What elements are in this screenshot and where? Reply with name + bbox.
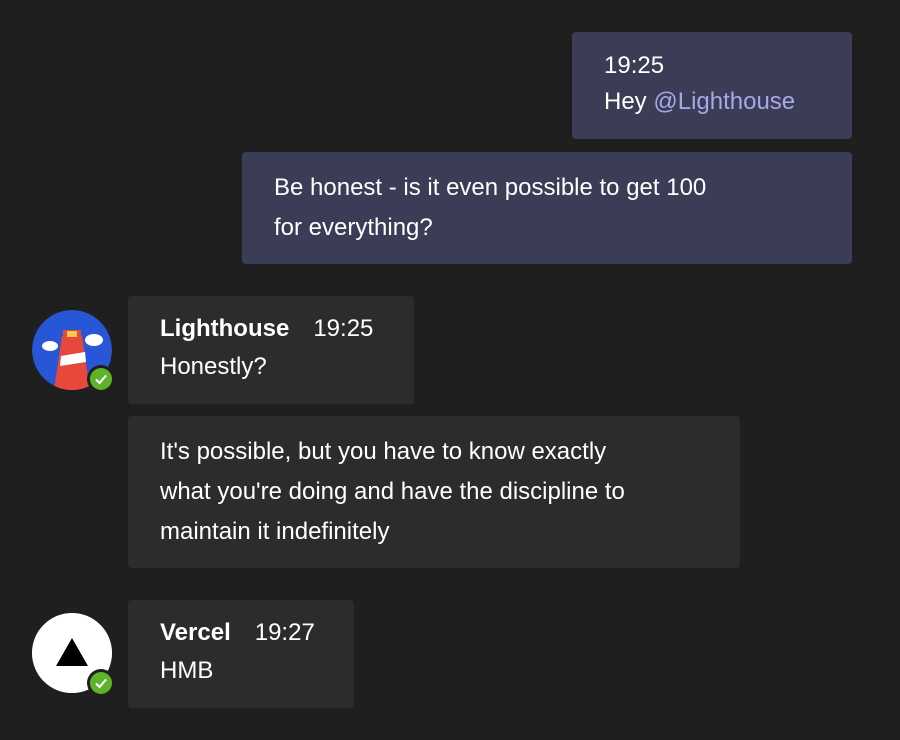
message-timestamp: 19:27 bbox=[254, 619, 315, 646]
checkmark-icon bbox=[95, 678, 107, 689]
incoming-message[interactable]: Lighthouse 19:25 Honestly? bbox=[128, 296, 414, 404]
checkmark-icon bbox=[95, 374, 107, 385]
incoming-message[interactable]: It's possible, but you have to know exac… bbox=[128, 416, 740, 568]
message-text-line: for everything? bbox=[274, 214, 433, 241]
message-text-line: maintain it indefinitely bbox=[160, 518, 390, 545]
greeting-text: Hey bbox=[604, 88, 654, 115]
message-text-line: It's possible, but you have to know exac… bbox=[160, 438, 607, 465]
outgoing-message[interactable]: 19:25 Hey @Lighthouse bbox=[572, 32, 852, 139]
presence-badge bbox=[87, 365, 115, 393]
message-text: Hey @Lighthouse bbox=[604, 84, 820, 120]
sender-name[interactable]: Lighthouse bbox=[160, 315, 289, 342]
message-timestamp: 19:25 bbox=[313, 315, 374, 342]
outgoing-message[interactable]: Be honest - is it even possible to get 1… bbox=[242, 152, 852, 264]
message-timestamp: 19:25 bbox=[604, 52, 665, 79]
incoming-message[interactable]: Vercel 19:27 HMB bbox=[128, 600, 354, 708]
chat-thread: 19:25 Hey @Lighthouse Be honest - is it … bbox=[0, 0, 900, 740]
message-text-line: what you're doing and have the disciplin… bbox=[160, 478, 625, 505]
message-text: HMB bbox=[160, 657, 214, 684]
sender-name[interactable]: Vercel bbox=[160, 619, 231, 646]
message-text-line: Be honest - is it even possible to get 1… bbox=[274, 174, 707, 201]
message-text: Honestly? bbox=[160, 353, 267, 380]
mention-link[interactable]: @Lighthouse bbox=[653, 88, 795, 115]
presence-badge bbox=[87, 669, 115, 697]
